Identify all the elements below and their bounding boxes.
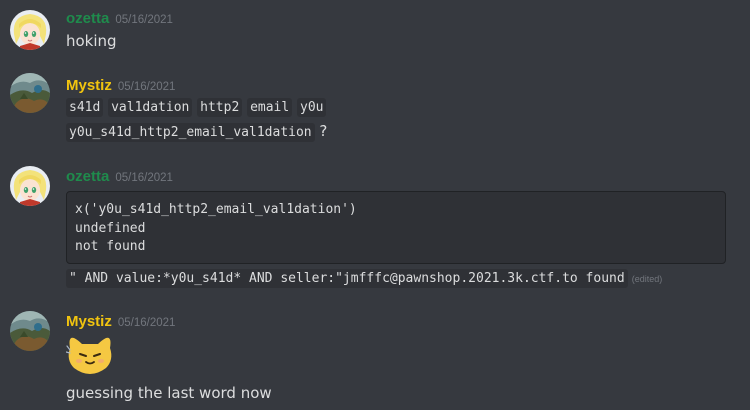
message-text-line-2: y0u_s41d_http2_email_val1dation ?	[66, 122, 328, 142]
code-line: undefined	[75, 220, 146, 236]
inline-code: y0u_s41d_http2_email_val1dation	[66, 123, 315, 142]
code-block[interactable]: x('y0u_s41d_http2_email_val1dation') und…	[66, 191, 726, 264]
inline-code: email	[247, 98, 293, 117]
anime-girl-avatar[interactable]	[10, 166, 50, 206]
code-line: x('y0u_s41d_http2_email_val1dation')	[75, 202, 357, 217]
message-timestamp: 05/16/2021	[115, 14, 173, 26]
author-name[interactable]: ozetta	[66, 10, 109, 27]
inline-code: s41d	[66, 98, 104, 117]
inline-code: " AND value:*y0u_s41d* AND seller:"jmfff…	[66, 269, 628, 288]
author-name[interactable]: ozetta	[66, 168, 109, 185]
landscape-avatar[interactable]	[10, 73, 50, 113]
message-text: " AND value:*y0u_s41d* AND seller:"jmfff…	[66, 268, 663, 288]
inline-code: http2	[197, 98, 243, 117]
message-timestamp: 05/16/2021	[117, 81, 176, 93]
message-text: hoking	[66, 32, 117, 50]
inline-code: y0u	[297, 98, 327, 117]
code-line: not found	[75, 239, 146, 254]
message-suffix: ?	[319, 122, 328, 140]
message-timestamp: 05/16/2021	[117, 317, 176, 329]
inline-code: val1dation	[108, 98, 193, 117]
author-name[interactable]: Mystiz	[66, 313, 112, 330]
edited-label: (edited)	[631, 274, 663, 284]
message-timestamp: 05/16/2021	[115, 172, 173, 184]
blob-cat-sleepy-emoji[interactable]	[65, 334, 114, 374]
author-name[interactable]: Mystiz	[66, 77, 112, 94]
message-text: guessing the last word now	[66, 384, 272, 402]
message-text-line-1: s41d val1dation http2 email y0u	[66, 97, 327, 117]
landscape-avatar[interactable]	[10, 311, 50, 351]
anime-girl-avatar[interactable]	[10, 10, 50, 50]
